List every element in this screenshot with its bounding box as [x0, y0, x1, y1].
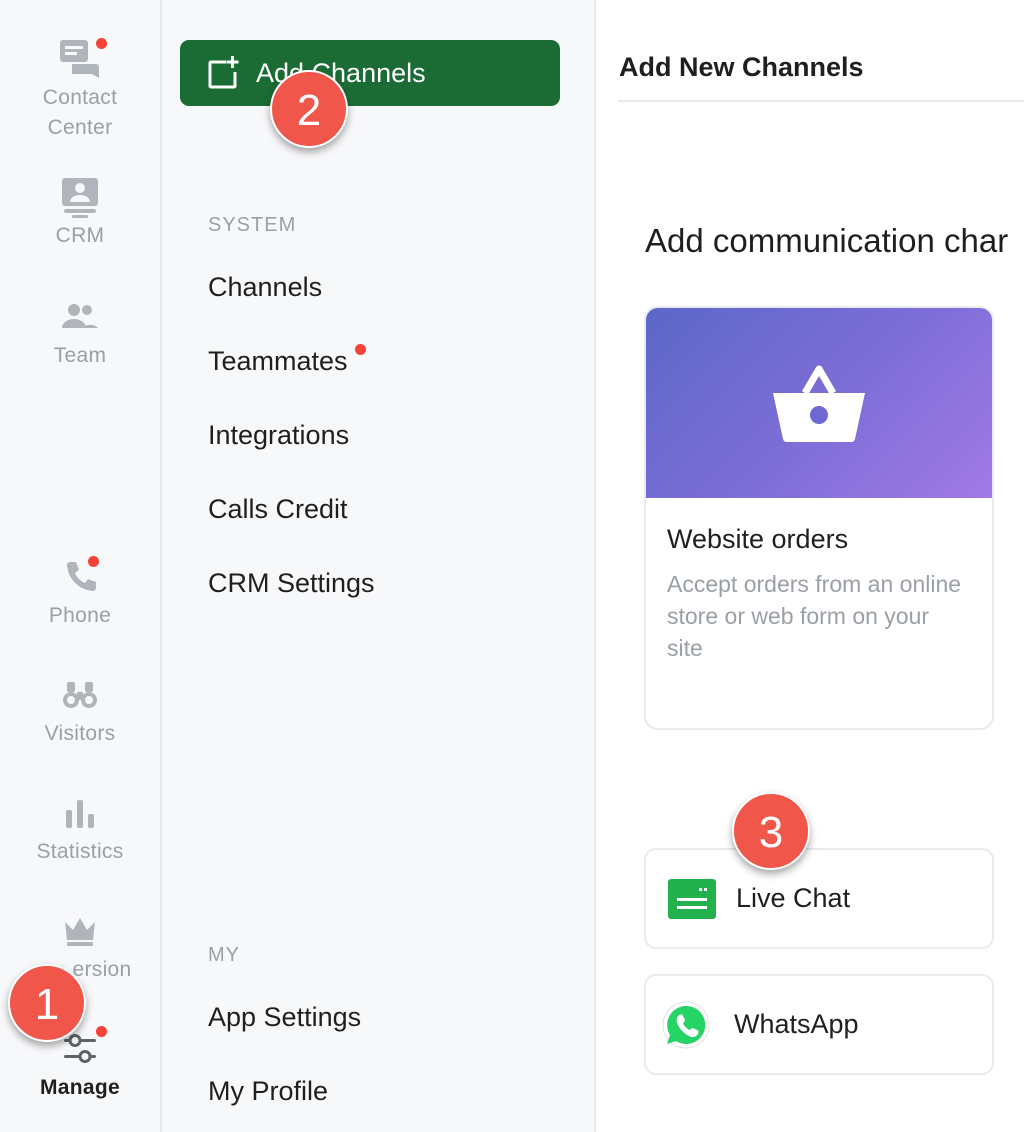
rail-crm[interactable]: CRM: [0, 176, 160, 252]
menu-item-integrations[interactable]: Integrations: [208, 420, 349, 451]
menu-item-channels[interactable]: Channels: [208, 272, 322, 303]
website-orders-card[interactable]: Website orders Accept orders from an onl…: [644, 306, 994, 730]
rail-label-team: Team: [53, 344, 107, 367]
menu-item-teammates[interactable]: Teammates: [208, 344, 366, 377]
channel-label: Live Chat: [736, 883, 851, 913]
notification-dot: [354, 344, 366, 355]
binoculars-icon: [58, 674, 102, 718]
menu-item-crm-settings[interactable]: CRM Settings: [208, 568, 375, 599]
rail-label-contact-center-line1: Contact: [42, 86, 118, 109]
rail-contact-center[interactable]: Contact Center: [0, 38, 160, 144]
card-title: Website orders: [667, 524, 849, 554]
card-description: Accept orders from an online store or we…: [667, 571, 962, 661]
rail-label-visitors: Visitors: [44, 722, 116, 745]
rail-label-manage: Manage: [40, 1076, 120, 1099]
basket-icon: [767, 355, 871, 452]
rail-team[interactable]: Team: [0, 296, 160, 372]
step-marker-2: 2: [270, 70, 348, 148]
menu-item-app-settings[interactable]: App Settings: [208, 1002, 361, 1033]
rail-phone[interactable]: Phone: [0, 556, 160, 632]
channel-whatsapp[interactable]: WhatsApp: [644, 974, 994, 1075]
chat-bubbles-icon: [58, 38, 107, 82]
rail-statistics[interactable]: Statistics: [0, 792, 160, 868]
whatsapp-icon: [662, 1001, 710, 1049]
main-panel: Add New Channels Add communication char …: [596, 0, 1024, 1132]
crown-icon: [58, 910, 102, 954]
crm-card-icon: [58, 176, 102, 220]
add-channels-button[interactable]: Add Channels: [180, 40, 560, 106]
add-square-icon: [206, 56, 240, 90]
rail-label-phone: Phone: [48, 604, 112, 627]
bar-chart-icon: [58, 792, 102, 836]
rail-label-contact-center-line2: Center: [47, 116, 113, 139]
divider: [618, 100, 1024, 102]
rail-manage[interactable]: Manage: [0, 1026, 160, 1104]
icon-rail: Contact Center CRM Team Phone Visitors S…: [0, 0, 162, 1132]
channel-label: WhatsApp: [734, 1009, 859, 1039]
live-chat-icon: [668, 878, 716, 919]
team-icon: [58, 296, 102, 340]
menu-item-label: Teammates: [208, 346, 348, 376]
rail-visitors[interactable]: Visitors: [0, 674, 160, 750]
page-subtitle: Add communication char: [645, 222, 1009, 259]
notification-dot: [88, 556, 99, 567]
menu-item-my-profile[interactable]: My Profile: [208, 1076, 328, 1107]
menu-item-calls-credit[interactable]: Calls Credit: [208, 494, 348, 525]
rail-label-crm: CRM: [55, 224, 105, 247]
step-marker-3: 3: [732, 792, 810, 870]
rail-label-statistics: Statistics: [36, 840, 124, 863]
page-title: Add New Channels: [619, 52, 864, 82]
section-label-my: MY: [208, 944, 240, 966]
settings-menu: Add Channels SYSTEM Channels Teammates I…: [162, 0, 596, 1132]
card-hero: [646, 308, 992, 498]
notification-dot: [96, 1026, 107, 1037]
phone-icon: [58, 556, 102, 600]
notification-dot: [96, 38, 107, 49]
section-label-system: SYSTEM: [208, 214, 297, 236]
step-marker-1: 1: [8, 964, 86, 1042]
channel-live-chat[interactable]: Live Chat: [644, 848, 994, 949]
